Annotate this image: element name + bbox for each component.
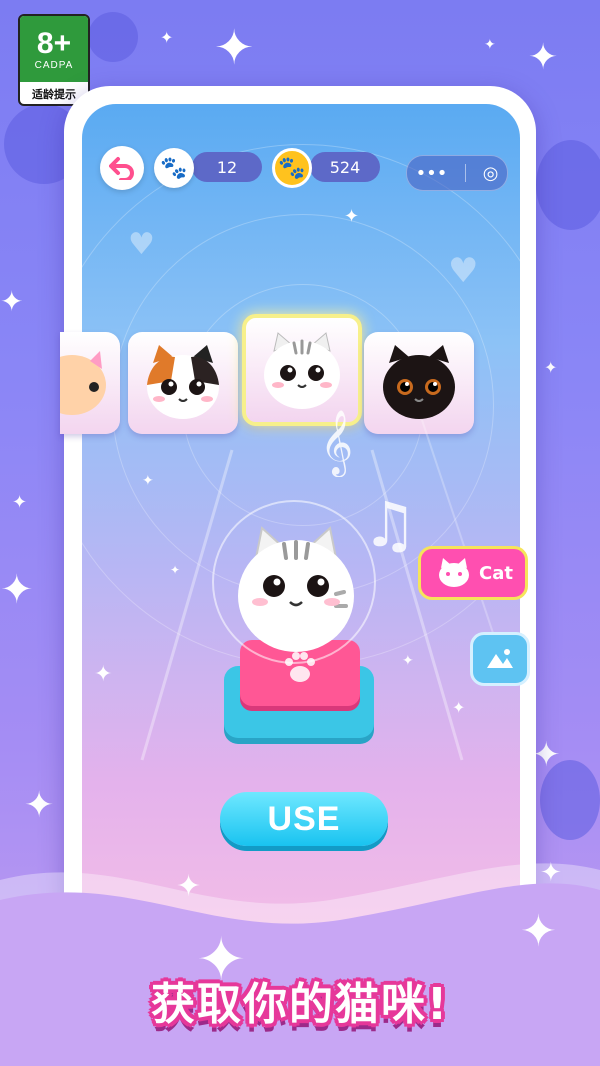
more-menu-icon[interactable]: ••• [416,163,448,184]
sparkle-icon: ✦ [344,206,360,227]
sparkle-icon: ✦ [520,906,557,957]
close-target-icon[interactable]: ◎ [483,163,499,184]
cat-card-pink[interactable] [60,332,120,434]
promo-caption: 获取你的猫咪! [150,979,450,1030]
back-button[interactable] [100,146,144,190]
age-rating-tip: 适龄提示 [32,88,76,101]
sparkle-icon: ✦ [0,567,34,613]
white-tabby-cat-icon [264,332,340,409]
heart-icon: ♥ [128,227,155,262]
sparkle-icon: ✦ [0,285,24,318]
age-rating-badge: 8+ CADPA 适龄提示 [18,14,90,106]
mini-program-capsule[interactable]: ••• ◎ [406,155,508,191]
age-rating-number: 8+ [36,26,72,60]
cat-card-black[interactable] [364,332,474,434]
back-arrow-icon [109,157,134,180]
cat-tab-label: Cat [479,562,513,584]
paw-count: 12 [216,157,238,177]
black-cat-icon [383,345,455,419]
sparkle-icon: ✦ [160,28,174,47]
coin-count: 524 [329,157,361,177]
bottom-wave [0,863,600,1066]
age-rating-top: 8+ CADPA [20,16,88,82]
pink-cat-icon [60,351,106,415]
capsule-divider [464,164,466,182]
coin-counter: 524 [310,152,380,182]
cat-category-tab[interactable]: Cat [418,546,528,600]
heart-icon: ♥ [448,251,479,291]
background-paw-decoration [88,12,138,62]
sparkle-icon: ✦ [544,358,558,377]
paw-icon: 🐾 [154,148,194,188]
background-category-tab[interactable] [470,632,530,686]
use-button[interactable]: USE [220,792,388,846]
paw-counter: 12 [192,152,262,182]
age-rating-org: CADPA [34,59,74,71]
main-cat-character [238,526,354,652]
cat-card-calico[interactable] [128,332,238,434]
coin-paw-icon: 🐾 [272,148,312,188]
sparkle-icon: ✦ [532,735,561,775]
cat-face-icon [439,558,469,587]
sparkle-icon: ✦ [12,492,28,513]
sparkle-icon: ✦ [528,37,559,78]
sparkle-icon: ✦ [24,785,55,826]
sparkle-icon: ✦ [484,37,496,53]
image-icon [487,649,513,668]
sparkle-icon: ✦ [176,869,202,904]
background-paw-decoration [536,140,600,230]
sparkle-icon: ✦ [214,20,255,76]
sparkle-icon: ✦ [540,858,562,888]
calico-cat-icon [147,345,219,419]
